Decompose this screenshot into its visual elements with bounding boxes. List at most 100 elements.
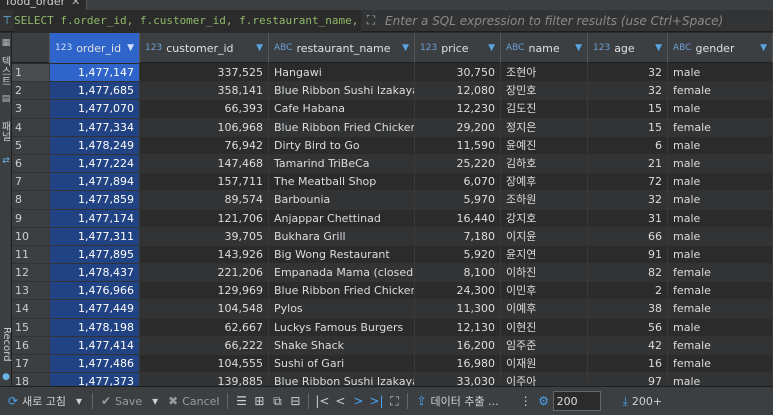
save-button[interactable]: ✔ Save	[97, 390, 146, 412]
cell-restaurant-name[interactable]: Dirty Bird to Go	[269, 136, 415, 155]
cell-price[interactable]: 24,300	[415, 282, 501, 301]
cell-age[interactable]: 32	[588, 82, 668, 101]
cell-gender[interactable]: male	[668, 136, 773, 155]
cell-name[interactable]: 장예후	[501, 173, 588, 192]
cell-customer-id[interactable]: 358,141	[140, 82, 269, 101]
row-number[interactable]: 14	[12, 300, 50, 319]
cell-restaurant-name[interactable]: Blue Ribbon Sushi Izakaya	[269, 82, 415, 101]
cell-customer-id[interactable]: 62,667	[140, 318, 269, 337]
grid-view-icon[interactable]: ▦	[0, 37, 12, 49]
cell-customer-id[interactable]: 143,926	[140, 245, 269, 265]
cell-order-id[interactable]: 1,477,224	[50, 154, 140, 174]
cell-customer-id[interactable]: 104,548	[140, 300, 269, 319]
cell-gender[interactable]: male	[668, 318, 773, 337]
cell-customer-id[interactable]: 337,525	[140, 64, 269, 83]
row-number[interactable]: 5	[12, 136, 50, 155]
cell-gender[interactable]: male	[668, 191, 773, 210]
cell-restaurant-name[interactable]: Blue Ribbon Sushi Izakaya	[269, 373, 415, 386]
table-row[interactable]: 10 1,477,311 39,705 Bukhara Grill 7,180 이지윤 66…	[12, 227, 773, 246]
sort-icon[interactable]: ▼	[760, 43, 767, 53]
table-row[interactable]: 9 1,477,174 121,706 Anjappar Chettinad 16,44…	[12, 209, 773, 228]
cell-price[interactable]: 5,970	[415, 191, 501, 210]
table-row[interactable]: 12 1,478,437 221,206 Empanada Mama (closed)…	[12, 264, 773, 283]
row-number[interactable]: 6	[12, 154, 50, 174]
cell-name[interactable]: 임주준	[501, 336, 588, 355]
cell-order-id[interactable]: 1,477,147	[50, 64, 140, 83]
cell-order-id[interactable]: 1,477,373	[50, 373, 140, 386]
edit-row-icon[interactable]: ☰	[232, 390, 250, 412]
cell-price[interactable]: 11,590	[415, 136, 501, 155]
cell-restaurant-name[interactable]: Empanada Mama (closed)	[269, 264, 415, 283]
more-options-icon[interactable]: ⋮	[517, 390, 535, 412]
sort-icon[interactable]: ▼	[256, 43, 263, 53]
table-row[interactable]: 18 1,477,373 139,885 Blue Ribbon Sushi Izak…	[12, 373, 773, 386]
last-page-icon[interactable]: >|	[367, 390, 385, 412]
row-number-header[interactable]	[12, 33, 50, 63]
cell-price[interactable]: 8,100	[415, 264, 501, 283]
cell-age[interactable]: 6	[588, 136, 668, 155]
cell-restaurant-name[interactable]: Shake Shack	[269, 336, 415, 355]
cell-order-id[interactable]: 1,476,966	[50, 282, 140, 301]
cell-gender[interactable]: male	[668, 100, 773, 119]
cell-restaurant-name[interactable]: Pylos	[269, 300, 415, 319]
cell-name[interactable]: 이현진	[501, 318, 588, 337]
cell-gender[interactable]: female	[668, 118, 773, 137]
cell-gender[interactable]: female	[668, 282, 773, 301]
cell-gender[interactable]: male	[668, 373, 773, 386]
first-page-icon[interactable]: |<	[313, 390, 331, 412]
cell-customer-id[interactable]: 76,942	[140, 136, 269, 155]
cell-restaurant-name[interactable]: The Meatball Shop	[269, 173, 415, 192]
table-row[interactable]: 8 1,477,859 89,574 Barbounia 5,970 조하원 32 male	[12, 191, 773, 210]
cell-price[interactable]: 16,440	[415, 209, 501, 228]
row-number[interactable]: 11	[12, 245, 50, 265]
cell-price[interactable]: 30,750	[415, 64, 501, 83]
cell-gender[interactable]: male	[668, 209, 773, 228]
row-number[interactable]: 12	[12, 264, 50, 283]
row-number[interactable]: 15	[12, 318, 50, 337]
table-row[interactable]: 3 1,477,070 66,393 Cafe Habana 12,230 김도진 15 ma…	[12, 100, 773, 119]
cell-age[interactable]: 32	[588, 64, 668, 83]
sort-icon[interactable]: ▼	[488, 43, 495, 53]
cell-customer-id[interactable]: 157,711	[140, 173, 269, 192]
cell-customer-id[interactable]: 147,468	[140, 154, 269, 174]
cell-restaurant-name[interactable]: Anjappar Chettinad	[269, 209, 415, 228]
cell-order-id[interactable]: 1,477,449	[50, 300, 140, 319]
cell-customer-id[interactable]: 66,222	[140, 336, 269, 355]
cell-gender[interactable]: male	[668, 245, 773, 265]
sort-icon[interactable]: ▼	[127, 43, 134, 53]
cell-gender[interactable]: female	[668, 264, 773, 283]
cell-restaurant-name[interactable]: Blue Ribbon Fried Chicken	[269, 282, 415, 301]
row-number[interactable]: 4	[12, 118, 50, 137]
table-row[interactable]: 1 1,477,147 337,525 Hangawi 30,750 조현아 32 male	[12, 64, 773, 83]
table-row[interactable]: 5 1,478,249 76,942 Dirty Bird to Go 11,590 윤예…	[12, 136, 773, 155]
row-number[interactable]: 3	[12, 100, 50, 119]
column-header-price[interactable]: 123 price ▼	[415, 33, 501, 63]
record-icon[interactable]: ●	[0, 371, 12, 383]
cell-gender[interactable]: female	[668, 336, 773, 355]
row-number[interactable]: 7	[12, 173, 50, 192]
column-header-order-id[interactable]: 123 order_id ▼	[50, 33, 140, 63]
column-header-age[interactable]: 123 age ▼	[588, 33, 668, 63]
cell-order-id[interactable]: 1,477,895	[50, 245, 140, 265]
table-row[interactable]: 17 1,477,486 104,555 Sushi of Gari 16,980 이재원…	[12, 355, 773, 374]
cell-customer-id[interactable]: 121,706	[140, 209, 269, 228]
cell-age[interactable]: 42	[588, 336, 668, 355]
fetch-size-input[interactable]	[552, 391, 601, 411]
table-row[interactable]: 2 1,477,685 358,141 Blue Ribbon Sushi Izaka…	[12, 82, 773, 101]
cell-name[interactable]: 이하진	[501, 264, 588, 283]
table-row[interactable]: 14 1,477,449 104,548 Pylos 11,300 이예후 38 female	[12, 300, 773, 319]
cell-restaurant-name[interactable]: Luckys Famous Burgers	[269, 318, 415, 337]
cell-customer-id[interactable]: 221,206	[140, 264, 269, 283]
cell-age[interactable]: 16	[588, 355, 668, 374]
save-dropdown-icon[interactable]: ▾	[146, 390, 164, 412]
cell-age[interactable]: 21	[588, 154, 668, 174]
cell-age[interactable]: 66	[588, 227, 668, 246]
table-row[interactable]: 15 1,478,198 62,667 Luckys Famous Burgers 12…	[12, 318, 773, 337]
row-number[interactable]: 8	[12, 191, 50, 210]
cell-order-id[interactable]: 1,477,486	[50, 355, 140, 374]
cell-customer-id[interactable]: 39,705	[140, 227, 269, 246]
cell-price[interactable]: 29,200	[415, 118, 501, 137]
cell-restaurant-name[interactable]: Cafe Habana	[269, 100, 415, 119]
cell-name[interactable]: 조하원	[501, 191, 588, 210]
cell-restaurant-name[interactable]: Hangawi	[269, 64, 415, 83]
